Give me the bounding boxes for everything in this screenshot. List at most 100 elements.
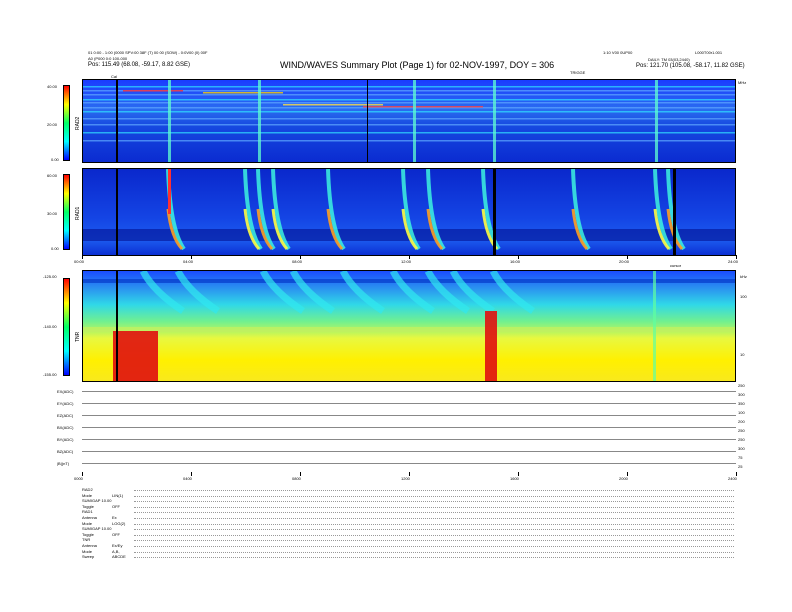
status-value: OFF <box>112 503 120 509</box>
status-key: Antenna <box>82 515 97 520</box>
cursor-label: cursor <box>670 263 682 268</box>
status-value: Ex <box>112 515 117 520</box>
trace-right-tick: 75 <box>738 455 743 460</box>
trace-right-tick: 25 <box>738 464 743 469</box>
rad2-marker-line <box>116 80 118 162</box>
status-dotted-line <box>134 518 734 519</box>
trace-right-tick: 250 <box>738 383 745 388</box>
khz-label: kHz <box>740 274 747 279</box>
trace-right-tick: 300 <box>738 446 745 451</box>
rad2-burst <box>655 80 658 162</box>
status-key: RAD1 <box>82 509 93 515</box>
rad2-cursor-line <box>367 80 368 162</box>
time-axis-label: 0400 <box>183 476 192 481</box>
tnr-line <box>653 271 656 381</box>
rad2-streak <box>83 124 735 126</box>
rad2-streak <box>83 99 735 101</box>
rad2-streak <box>83 132 735 134</box>
tnr-label: TNR <box>75 331 81 342</box>
trace-line <box>82 415 736 416</box>
status-dotted-line <box>134 506 734 508</box>
status-dotted-line <box>134 529 734 531</box>
time-axis-label: 2400 <box>728 476 737 481</box>
trace-line <box>82 451 736 452</box>
status-value: Ex/Ey <box>112 543 123 548</box>
trace-label: EZ(ADC) <box>57 413 74 418</box>
rad1-gap-line <box>493 169 496 255</box>
header-pos-right: Pos: 121.70 (105.08, -58.17, 11.82 GSE) <box>636 63 745 69</box>
tnr-band-mid <box>83 327 735 332</box>
time-axis-label: 1600 <box>510 476 519 481</box>
status-key: SUMIGAP 10.00 <box>82 526 112 532</box>
rad1-burst-red <box>168 169 171 214</box>
trace-label: EY(ADC) <box>57 401 74 406</box>
header-top-right-1: 1:10 V00 0UP00 <box>603 50 633 55</box>
status-key: Antenna <box>82 543 97 548</box>
status-key: RAD2 <box>82 487 93 492</box>
rad2-hot-streak <box>363 106 483 108</box>
time-axis-label: 12:00 <box>401 259 412 264</box>
rad2-background <box>83 80 735 162</box>
status-key: Toggle <box>82 531 94 537</box>
rad1-label: RAD1 <box>75 206 81 220</box>
rad2-tick-bottom: 0.00 <box>51 157 59 162</box>
trace-label: BX(ADC) <box>57 425 74 430</box>
rad2-label: RAD2 <box>75 116 81 130</box>
status-dotted-line <box>134 546 734 547</box>
rad2-svg <box>83 80 735 162</box>
status-dotted-line <box>134 540 734 542</box>
status-dotted-line <box>134 490 734 491</box>
trace-line <box>82 391 736 392</box>
time-axis-label: 08:00 <box>292 259 303 264</box>
trace-line <box>82 427 736 428</box>
header-pos-left: Pos: 115.49 (68.08, -59.17, 8.82 GSE) <box>88 62 190 68</box>
tnr-svg <box>83 271 735 381</box>
status-dotted-line <box>134 512 734 514</box>
rad2-streak <box>83 94 735 96</box>
trace-line <box>82 439 736 440</box>
trace-line <box>82 403 736 404</box>
trace-right-tick: 250 <box>738 437 745 442</box>
time-axis-label: 0000 <box>74 476 83 481</box>
rad2-streak <box>83 118 735 120</box>
time-axis-label: 16:00 <box>510 259 521 264</box>
time-axis-label: 1200 <box>401 476 410 481</box>
status-value: LOG(2) <box>112 520 126 526</box>
header-top-right-2: L000T00r1.001 <box>695 50 723 55</box>
tnr-red-patch-2 <box>485 311 497 381</box>
rad2-streak <box>83 86 735 88</box>
rad2-tick-mid: 20.00 <box>47 122 58 127</box>
header-top-left-2: A0 (P000 0:0 100-000 <box>88 56 128 61</box>
rad2-tick-top: 40.00 <box>47 84 58 89</box>
page-title: WIND/WAVES Summary Plot (Page 1) for 02-… <box>280 60 555 70</box>
rad1-tick-top: 60.00 <box>47 173 58 178</box>
tnr-spectrogram <box>82 270 736 382</box>
rad2-hot-streak <box>203 92 283 94</box>
rad2-colorbar <box>63 85 70 161</box>
status-key: Mode <box>82 548 93 554</box>
mhz-label: MHz <box>738 80 747 85</box>
trace-right-tick: 300 <box>738 392 745 397</box>
rad2-burst <box>168 80 171 162</box>
status-dotted-line <box>134 534 734 536</box>
time-axis-label: 20:00 <box>619 259 630 264</box>
time-axis-label: 0800 <box>292 476 301 481</box>
tnr-right-tick-10: 10 <box>740 352 745 357</box>
time-axis-label: 04:00 <box>183 259 194 264</box>
status-value: OFF <box>112 531 120 537</box>
trace-label: BY(ADC) <box>57 437 74 442</box>
trigger-label: TRIGGE <box>570 70 586 75</box>
rad2-hot-streak <box>123 90 183 92</box>
trace-line <box>82 463 736 464</box>
header-daily: DAILY: TM 03(03,2440) <box>648 57 690 62</box>
trace-right-tick: 250 <box>738 428 745 433</box>
time-axis-label: 2000 <box>619 476 628 481</box>
trace-right-tick: 200 <box>738 419 745 424</box>
time-axis-label: 00:00 <box>74 259 85 264</box>
status-value: ABCDE <box>112 554 126 560</box>
status-value: A,B, <box>112 548 120 554</box>
status-key: Sweep <box>82 554 95 560</box>
rad2-burst <box>413 80 416 162</box>
trace-right-tick: 350 <box>738 401 745 406</box>
rad1-colorbar <box>63 174 70 250</box>
